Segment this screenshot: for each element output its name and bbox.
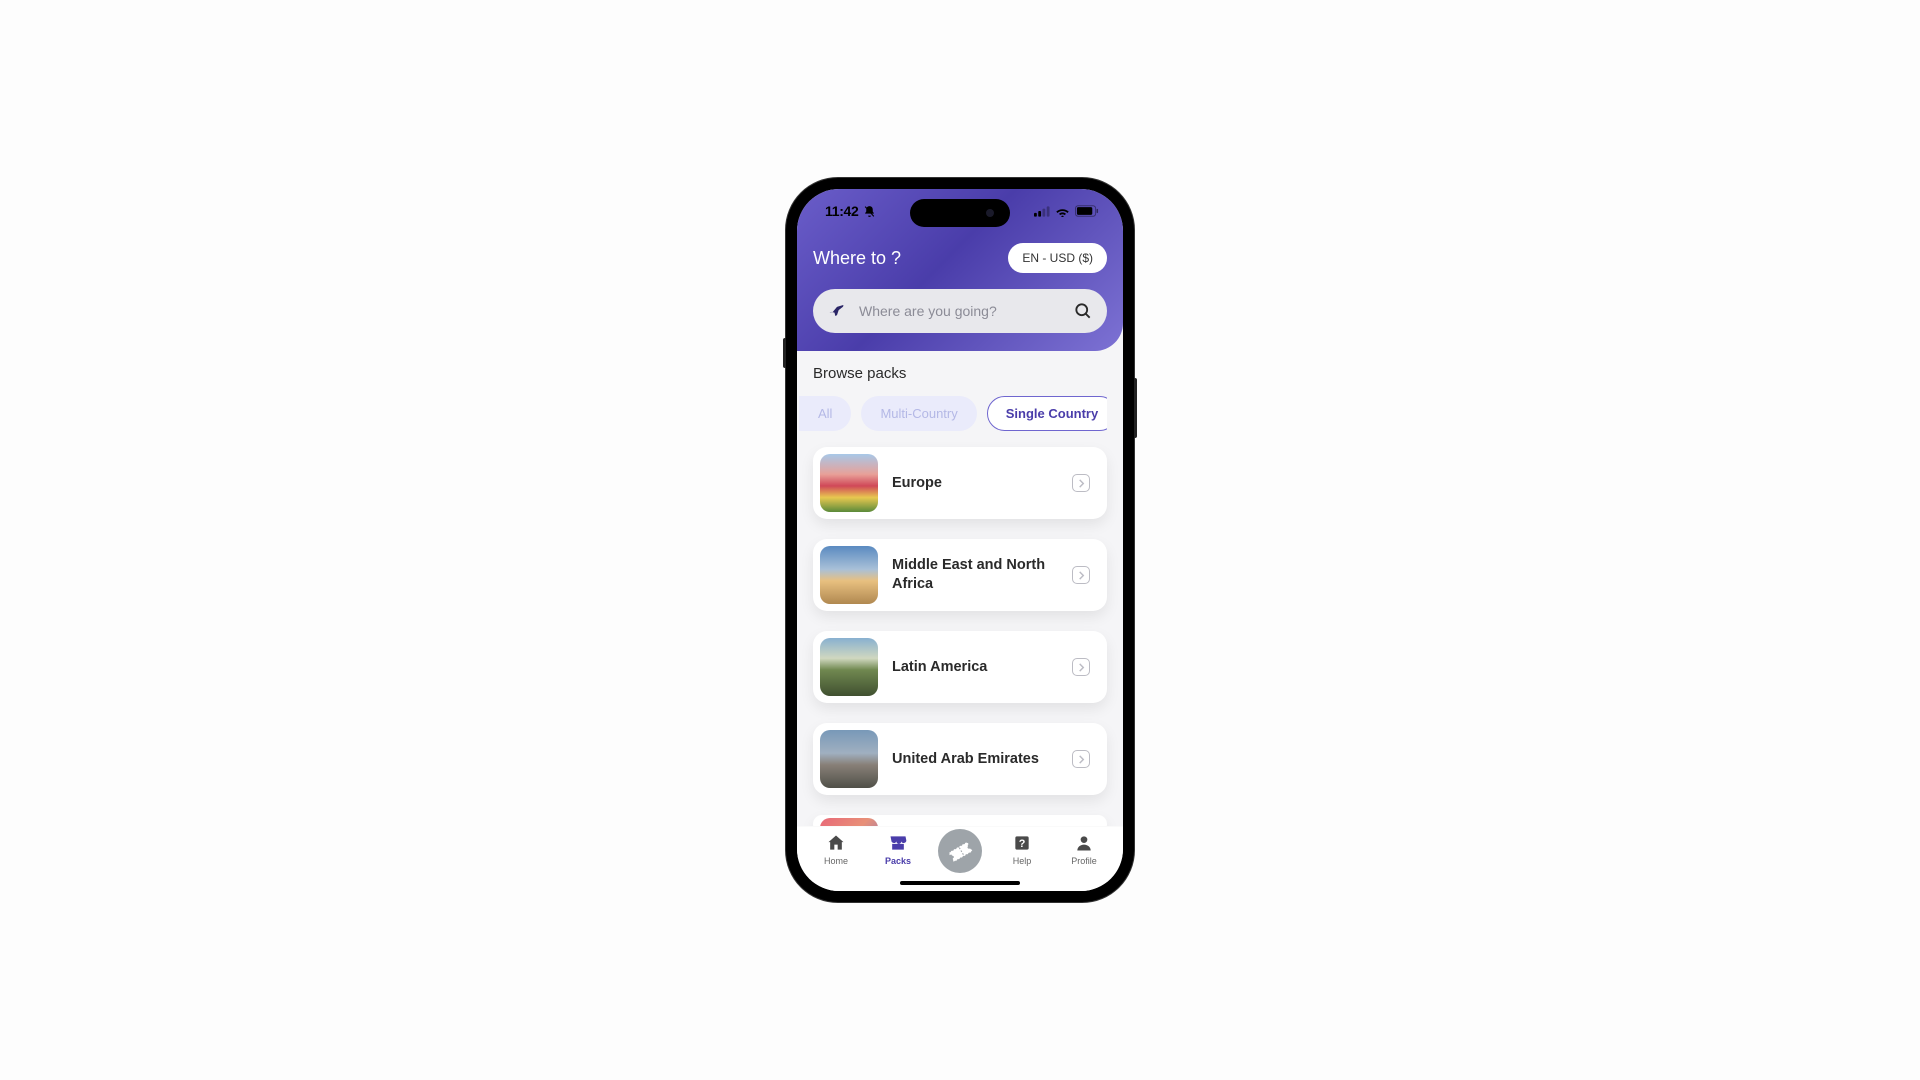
search-bar[interactable] [813, 289, 1107, 333]
nav-label: Help [1013, 856, 1032, 866]
help-icon: ? [1012, 833, 1032, 853]
pack-card-peek[interactable] [813, 815, 1107, 826]
status-time: 11:42 [825, 203, 859, 219]
pack-title: Latin America [892, 658, 1058, 677]
screen: 11:42 [797, 189, 1123, 891]
bottom-nav: Home Packs ? Help [797, 826, 1123, 891]
chip-single-country[interactable]: Single Country [987, 396, 1107, 431]
store-icon [888, 833, 908, 853]
pack-thumb [820, 638, 878, 696]
home-indicator[interactable] [900, 881, 1020, 885]
chevron-right-icon [1072, 474, 1090, 492]
chip-all[interactable]: All [799, 396, 851, 431]
chevron-right-icon [1072, 566, 1090, 584]
page-title: Where to ? [813, 248, 901, 269]
nav-center[interactable] [933, 833, 987, 873]
search-icon[interactable] [1073, 301, 1093, 321]
nav-profile[interactable]: Profile [1057, 833, 1111, 866]
section-title: Browse packs [813, 365, 1107, 382]
header-top: Where to ? EN - USD ($) [813, 243, 1107, 273]
pack-title: Middle East and North Africa [892, 556, 1058, 594]
profile-icon [1074, 833, 1094, 853]
nav-label: Packs [885, 856, 911, 866]
pack-card-europe[interactable]: Europe [813, 447, 1107, 519]
pack-title: United Arab Emirates [892, 750, 1058, 769]
nav-home[interactable]: Home [809, 833, 863, 866]
pack-list: Europe Middle East and North Africa Lati… [813, 447, 1107, 813]
home-icon [826, 833, 846, 853]
locale-selector[interactable]: EN - USD ($) [1008, 243, 1107, 273]
wifi-icon [1055, 206, 1070, 217]
nav-packs[interactable]: Packs [871, 833, 925, 866]
chevron-right-icon [1072, 750, 1090, 768]
pack-card-uae[interactable]: United Arab Emirates [813, 723, 1107, 795]
chip-multi-country[interactable]: Multi-Country [861, 396, 976, 431]
pack-thumb [820, 818, 878, 826]
chevron-right-icon [1072, 658, 1090, 676]
nav-help[interactable]: ? Help [995, 833, 1049, 866]
pack-thumb [820, 546, 878, 604]
status-right [1034, 205, 1099, 217]
cellular-icon [1034, 206, 1050, 217]
pack-thumb [820, 730, 878, 788]
ticket-button[interactable] [938, 829, 982, 873]
pack-title: Europe [892, 474, 1058, 493]
phone-frame: 11:42 [786, 178, 1134, 902]
dynamic-island [910, 199, 1010, 227]
plane-departure-icon [827, 301, 847, 321]
search-input[interactable] [859, 303, 1061, 319]
filter-chips: All Multi-Country Single Country [799, 396, 1107, 431]
nav-label: Profile [1071, 856, 1097, 866]
pack-thumb [820, 454, 878, 512]
status-left: 11:42 [825, 203, 876, 219]
pack-card-latam[interactable]: Latin America [813, 631, 1107, 703]
ticket-icon [947, 838, 973, 864]
svg-text:?: ? [1019, 838, 1026, 850]
content: Browse packs All Multi-Country Single Co… [797, 351, 1123, 826]
bell-slash-icon [863, 205, 876, 218]
battery-icon [1075, 205, 1099, 217]
nav-label: Home [824, 856, 848, 866]
pack-card-mena[interactable]: Middle East and North Africa [813, 539, 1107, 611]
